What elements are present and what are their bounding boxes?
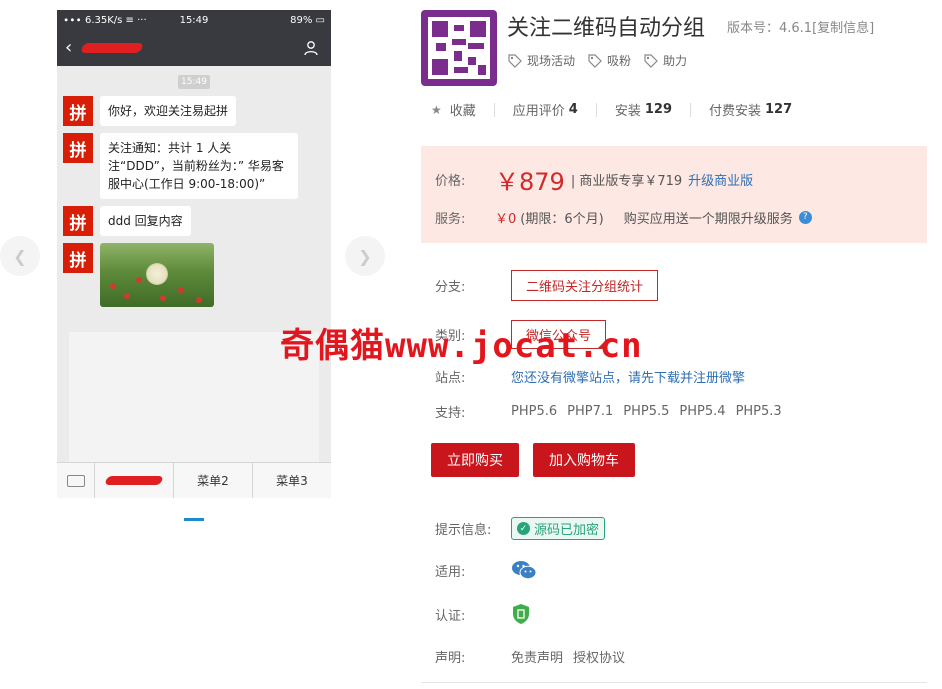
php-version: PHP5.5 (623, 404, 670, 419)
shield-icon (513, 604, 529, 624)
install-count: 129 (644, 102, 672, 117)
tag-list: 现场活动 吸粉 助力 (507, 52, 687, 69)
price-row: 价格: ￥879 | 商业版专享￥719 升级商业版 (435, 162, 753, 197)
declare-label: 声明: (435, 651, 466, 666)
redacted-chat-name (80, 43, 145, 53)
encrypted-badge: ✓ 源码已加密 (511, 517, 606, 540)
price-label: 价格: (435, 174, 466, 189)
star-icon[interactable]: ★ (431, 103, 442, 117)
price-value: ￥879 (495, 168, 565, 196)
check-icon: ✓ (517, 522, 530, 535)
chat-menu-bar: 菜单2 菜单3 (57, 462, 331, 498)
app-stats: ★ 收藏 应用评价 4 安装 129 付费安装 127 (431, 100, 792, 119)
buy-now-button[interactable]: 立即购买 (431, 443, 519, 477)
tag-icon (588, 53, 602, 68)
add-to-cart-button[interactable]: 加入购物车 (533, 443, 635, 477)
business-price: | 商业版专享￥719 (570, 174, 683, 189)
service-period: (期限：6个月) (520, 212, 604, 227)
branch-label: 分支: (435, 280, 466, 295)
favorite-link[interactable]: 收藏 (450, 100, 476, 119)
phone-status-bar: ∙∙∙ 6.35K/s ≡ ··· 15:49 89% ▭ (57, 10, 331, 30)
support-row: 支持: PHP5.6 PHP7.1 PHP5.5 PHP5.4 PHP5.3 (435, 402, 792, 421)
apply-label: 适用: (435, 564, 466, 580)
chat-message: 拼 (63, 243, 331, 307)
app-logo (421, 10, 497, 86)
cert-label: 认证: (435, 608, 466, 624)
app-title: 关注二维码自动分组 (507, 16, 706, 41)
site-register-link[interactable]: 您还没有微擎站点，请先下载并注册微擎 (511, 367, 745, 386)
hint-row: 提示信息: ✓ 源码已加密 (435, 517, 606, 540)
cert-row: 认证: (435, 603, 531, 625)
qrcode-icon (428, 17, 490, 79)
rating-value: 4 (568, 102, 578, 117)
menu-item-3: 菜单3 (276, 474, 308, 488)
service-row: 服务: ￥0 (期限：6个月) 购买应用送一个期限升级服务 ? (435, 208, 812, 227)
tag-label: 助力 (663, 54, 688, 68)
paid-install-label: 付费安装 (709, 104, 762, 119)
support-label: 支持: (435, 406, 466, 421)
chevron-left-icon[interactable]: ❮ (0, 236, 40, 276)
php-version: PHP5.3 (735, 404, 782, 419)
tag-label: 现场活动 (527, 54, 576, 68)
status-time: 15:49 (179, 14, 209, 26)
status-battery: 89% ▭ (290, 14, 325, 26)
chevron-right-icon[interactable]: ❯ (345, 236, 385, 276)
message-bubble: 关注通知：共计 1 人关注“DDD”，当前粉丝为：” 华易客服中心(工作日 9:… (100, 133, 298, 199)
tag-icon (508, 53, 522, 68)
avatar: 拼 (63, 206, 93, 236)
avatar: 拼 (63, 96, 93, 126)
tag-item[interactable]: 助力 (643, 52, 687, 69)
slide-indicator[interactable] (184, 518, 204, 521)
rating-label: 应用评价 (512, 104, 565, 119)
chat-message: 拼 你好，欢迎关注易起拼 (63, 96, 331, 126)
divider (421, 682, 927, 683)
watermark-text: 奇偶猫www.jocat.cn (280, 326, 643, 366)
avatar: 拼 (63, 243, 93, 273)
service-note: 购买应用送一个期限升级服务 (623, 212, 793, 227)
branch-row: 分支: 二维码关注分组统计 (435, 270, 659, 301)
php-version: PHP5.6 (511, 404, 558, 419)
message-photo (100, 243, 214, 307)
apply-row: 适用: (435, 560, 537, 580)
back-icon: ‹ (65, 37, 73, 58)
price-box: 价格: ￥879 | 商业版专享￥719 升级商业版 服务: ￥0 (期限：6个… (421, 146, 927, 243)
version-info[interactable]: 版本号：4.6.1[复制信息] (727, 17, 874, 36)
service-label: 服务: (435, 212, 466, 227)
chat-title-bar: ‹ (57, 30, 331, 66)
menu-item-2: 菜单2 (174, 463, 253, 498)
site-row: 站点: 您还没有微擎站点，请先下载并注册微擎 (435, 367, 745, 386)
avatar: 拼 (63, 133, 93, 163)
menu-item-1 (95, 463, 174, 498)
message-bubble: ddd 回复内容 (100, 206, 191, 236)
paid-install-count: 127 (765, 102, 793, 117)
upgrade-link[interactable]: 升级商业版 (688, 170, 753, 189)
hint-label: 提示信息: (435, 523, 492, 538)
chat-timestamp: 15:49 (178, 75, 210, 89)
tag-label: 吸粉 (607, 54, 632, 68)
message-bubble: 你好，欢迎关注易起拼 (100, 96, 237, 126)
chat-message: 拼 ddd 回复内容 (63, 206, 331, 236)
disclaimer-link[interactable]: 免责声明 (511, 647, 563, 666)
tag-icon (644, 53, 658, 68)
branch-option[interactable]: 二维码关注分组统计 (511, 270, 659, 301)
phone-screenshot: ∙∙∙ 6.35K/s ≡ ··· 15:49 89% ▭ ‹ 15:49 拼 … (57, 10, 331, 498)
service-price: ￥0 (495, 212, 517, 227)
chat-message: 拼 关注通知：共计 1 人关注“DDD”，当前粉丝为：” 华易客服中心(工作日 … (63, 133, 331, 199)
help-icon[interactable]: ? (798, 211, 812, 224)
status-network: ∙∙∙ 6.35K/s ≡ ··· (63, 14, 147, 26)
wechat-icon (512, 561, 537, 580)
install-label: 安装 (614, 104, 641, 119)
php-version: PHP7.1 (567, 404, 614, 419)
encrypted-text: 源码已加密 (534, 523, 600, 538)
declare-row: 声明: 免责声明 授权协议 (435, 647, 635, 666)
tag-item[interactable]: 现场活动 (507, 52, 575, 69)
php-version: PHP5.4 (679, 404, 726, 419)
tag-item[interactable]: 吸粉 (587, 52, 631, 69)
license-link[interactable]: 授权协议 (573, 647, 625, 666)
user-icon (304, 41, 318, 56)
site-label: 站点: (435, 371, 466, 386)
keyboard-icon (57, 463, 95, 498)
